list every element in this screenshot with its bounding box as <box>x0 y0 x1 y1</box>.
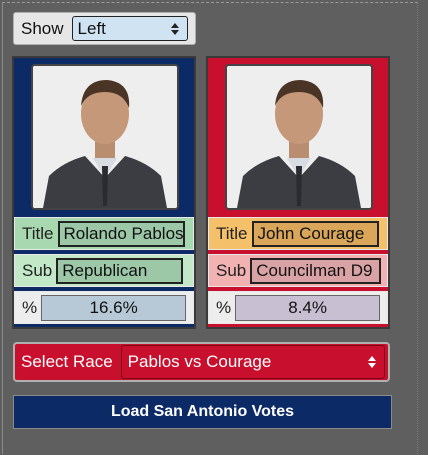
title-input[interactable]: John Courage <box>251 220 379 247</box>
race-select-value: Pablos vs Courage <box>127 352 272 371</box>
percent-input[interactable]: 16.6% <box>41 294 187 321</box>
person-photo-icon <box>33 66 177 208</box>
candidate-photo <box>225 64 373 210</box>
select-arrows-icon <box>170 22 179 35</box>
percent-field: % 8.4% <box>208 291 388 324</box>
race-control: Select Race Pablos vs Courage <box>13 342 390 382</box>
title-field: Title Rolando Pablos <box>14 217 194 250</box>
candidate-card-left: Title Rolando Pablos Sub Republican % 16… <box>12 56 196 329</box>
title-field: Title John Courage <box>208 217 388 250</box>
sub-input[interactable]: Republican <box>56 257 184 284</box>
candidate-photo <box>31 64 179 210</box>
person-photo-icon <box>227 66 371 208</box>
load-votes-button[interactable]: Load San Antonio Votes <box>13 395 392 429</box>
sub-label: Sub <box>22 260 53 280</box>
title-input[interactable]: Rolando Pablos <box>57 220 185 247</box>
show-select[interactable]: Left <box>71 16 188 41</box>
race-label: Select Race <box>21 352 113 371</box>
sub-label: Sub <box>216 260 247 280</box>
race-select[interactable]: Pablos vs Courage <box>120 345 385 379</box>
percent-field: % 16.6% <box>14 291 194 324</box>
select-arrows-icon <box>367 356 376 368</box>
show-label: Show <box>21 18 64 38</box>
show-control: Show Left <box>13 12 196 45</box>
candidate-card-right: Title John Courage Sub Councilman D9 % 8… <box>206 56 390 329</box>
sub-field: Sub Councilman D9 <box>208 254 388 287</box>
title-label: Title <box>216 223 248 243</box>
percent-label: % <box>216 297 232 317</box>
sub-field: Sub Republican <box>14 254 194 287</box>
percent-input[interactable]: 8.4% <box>235 294 381 321</box>
sub-input[interactable]: Councilman D9 <box>250 257 382 284</box>
title-label: Title <box>22 223 54 243</box>
show-select-value: Left <box>77 18 106 38</box>
percent-label: % <box>22 297 38 317</box>
